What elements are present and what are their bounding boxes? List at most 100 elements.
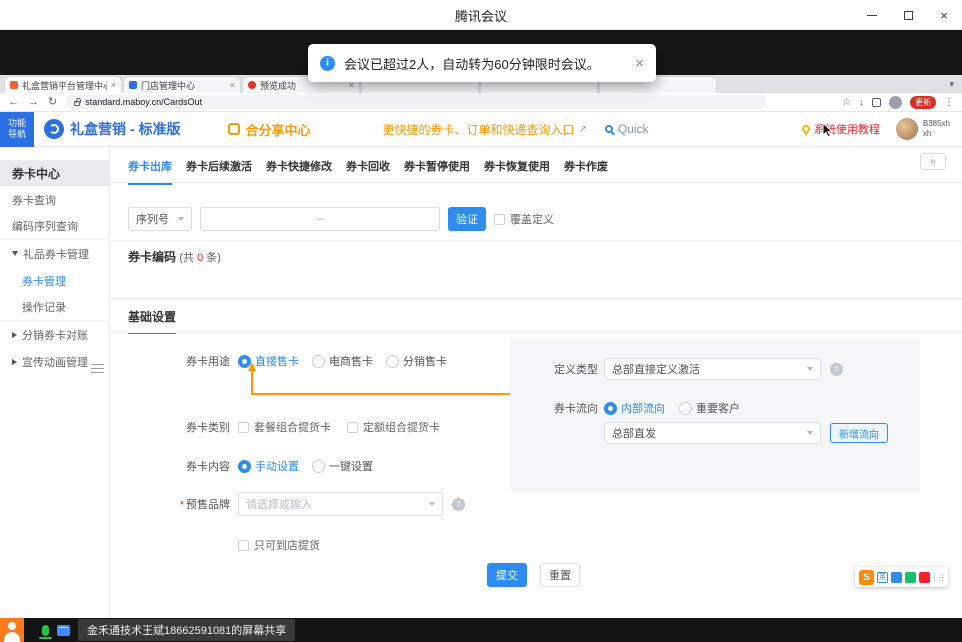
sidebar-item-card-manage[interactable]: 券卡管理: [0, 267, 109, 294]
divider: [110, 332, 962, 333]
url-text: standard.maboy.cn/CardsOut: [85, 97, 202, 107]
verify-button[interactable]: 验证: [448, 207, 486, 231]
browser-tab[interactable]: 礼盒营销平台管理中心 ×: [4, 76, 122, 93]
override-checkbox-row[interactable]: 覆盖定义: [494, 211, 554, 227]
tab-close-icon[interactable]: ×: [111, 80, 116, 90]
notification-close-icon[interactable]: ×: [635, 55, 644, 72]
checkbox-icon: [238, 422, 249, 433]
tab-title: 礼盒营销平台管理中心: [22, 79, 107, 92]
checkbox-store-pickup[interactable]: 只可到店提货: [238, 537, 320, 553]
chevron-down-icon: [807, 367, 813, 371]
function-nav-button[interactable]: 功能 导航: [0, 112, 34, 147]
brand-select[interactable]: 请选择或输入: [238, 492, 443, 516]
radio-icon: [238, 460, 251, 473]
tab-favicon: [129, 81, 137, 89]
sidebar-group-distribution[interactable]: 分销券卡对账: [0, 321, 109, 348]
sidebar-group-gift-cards[interactable]: 礼品券卡管理: [0, 240, 109, 267]
favorite-icon[interactable]: [919, 572, 930, 583]
maximize-icon: [904, 11, 913, 20]
chevron-down-icon: [178, 217, 184, 221]
menu-icon[interactable]: ⋮: [944, 97, 954, 108]
extensions-icon[interactable]: [872, 98, 881, 107]
tab-card-activate[interactable]: 券卡后续激活: [186, 158, 252, 185]
share-center-link[interactable]: 合分享中心: [228, 120, 310, 139]
translate-widget: S 英 ⋮⋮: [855, 567, 948, 587]
minimize-button[interactable]: [854, 0, 890, 30]
sidebar-item-card-query[interactable]: 券卡查询: [0, 186, 109, 213]
tab-card-pause[interactable]: 券卡暂停使用: [404, 158, 470, 185]
radio-manual-set[interactable]: 手动设置: [238, 458, 299, 474]
meeting-window: 腾讯会议 × i 会议已超过2人，自动转为60分钟限时会议。 × 礼盒营销平台管…: [0, 0, 962, 642]
info-icon: i: [320, 56, 335, 71]
tab-card-void[interactable]: 券卡作废: [564, 158, 608, 185]
radio-internal-flow[interactable]: 内部流向: [604, 400, 665, 416]
tab-search-icon[interactable]: ▾: [949, 79, 954, 90]
checkbox-icon: [238, 540, 249, 551]
tab-card-quick-edit[interactable]: 券卡快捷修改: [266, 158, 332, 185]
minimize-icon: [867, 15, 877, 16]
refresh-icon[interactable]: ↻: [48, 97, 57, 108]
serial-range-input[interactable]: –: [200, 207, 440, 231]
maximize-button[interactable]: [890, 0, 926, 30]
reset-button[interactable]: 重置: [540, 563, 580, 587]
flow-row: 券卡流向 内部流向 重要客户: [510, 400, 740, 416]
quick-search-label: Quick: [618, 122, 649, 136]
update-button[interactable]: 更新: [910, 96, 936, 109]
submit-button[interactable]: 提交: [487, 563, 527, 587]
define-type-select[interactable]: 总部直接定义激活: [604, 358, 821, 380]
drag-handle-icon[interactable]: ⋮⋮: [933, 572, 944, 583]
quick-search[interactable]: Quick: [605, 122, 649, 136]
app-logo-icon[interactable]: [44, 119, 64, 139]
override-checkbox[interactable]: [494, 214, 505, 225]
checkbox-combo-card[interactable]: 套餐组合提货卡: [238, 419, 331, 435]
bookmark-icon[interactable]: ☆: [842, 97, 851, 108]
download-icon[interactable]: ↓: [859, 97, 864, 108]
panel-collapse-button[interactable]: »: [920, 153, 946, 170]
browser-addressbar: ← → ↻ standard.maboy.cn/CardsOut ☆ ↓ 更新 …: [0, 93, 962, 112]
tutorial-link[interactable]: 系统使用教程: [802, 121, 880, 137]
translate-badge-icon[interactable]: S: [859, 570, 874, 585]
tab-card-resume[interactable]: 券卡恢复使用: [484, 158, 550, 185]
caret-right-icon: [12, 332, 17, 338]
browser-tab[interactable]: 门店管理中心 ×: [123, 76, 241, 93]
radio-key-customer[interactable]: 重要客户: [679, 400, 740, 416]
profile-icon[interactable]: [889, 96, 902, 109]
radio-one-click-set[interactable]: 一键设置: [312, 458, 373, 474]
quick-entry-link[interactable]: 更快捷的券卡、订单和快递查询入口 ↗: [382, 121, 586, 138]
url-field[interactable]: standard.maboy.cn/CardsOut: [66, 95, 766, 109]
add-flow-button[interactable]: 新增流向: [830, 423, 888, 443]
user-account[interactable]: B385xh xh: [896, 118, 950, 140]
serial-select[interactable]: 序列号: [128, 207, 192, 231]
bulb-icon: [802, 125, 810, 133]
tab-close-icon[interactable]: ×: [230, 80, 235, 90]
brand-label: 预售品牌: [186, 499, 230, 511]
tab-card-out[interactable]: 券卡出库: [128, 158, 172, 185]
flow-select[interactable]: 总部直发: [604, 422, 821, 444]
category-row: 券卡类别 套餐组合提货卡 定额组合提货卡: [130, 419, 440, 435]
forward-icon[interactable]: →: [28, 97, 39, 108]
help-icon[interactable]: ?: [452, 498, 465, 511]
help-icon[interactable]: ?: [830, 363, 843, 376]
avatar: [896, 118, 918, 140]
back-icon[interactable]: ←: [8, 97, 19, 108]
brand-placeholder: 请选择或输入: [246, 496, 312, 512]
sidebar-item-serial-query[interactable]: 编码序列查询: [0, 213, 109, 240]
mouse-cursor: [822, 122, 834, 138]
basic-settings-tab[interactable]: 基础设置: [128, 308, 176, 334]
sidebar-collapse-icon[interactable]: [91, 361, 104, 374]
close-button[interactable]: ×: [926, 0, 962, 30]
brand-row: *预售品牌 请选择或输入 ?: [130, 492, 465, 516]
language-icon[interactable]: 英: [877, 572, 888, 583]
sidebar-item-op-log[interactable]: 操作记录: [0, 294, 109, 321]
brand-title: 礼盒营销 - 标准版: [70, 119, 180, 139]
tab-card-recycle[interactable]: 券卡回收: [346, 158, 390, 185]
microphone-icon[interactable]: [42, 625, 49, 636]
content-label: 券卡内容: [130, 458, 230, 474]
tab-favicon: [248, 81, 256, 89]
audio-icon[interactable]: [891, 572, 902, 583]
checkbox-fixed-card[interactable]: 定额组合提货卡: [347, 419, 440, 435]
sidebar-section-card-center[interactable]: 券卡中心: [0, 160, 109, 186]
apps-icon[interactable]: [905, 572, 916, 583]
card-tabs: 券卡出库 券卡后续激活 券卡快捷修改 券卡回收 券卡暂停使用 券卡恢复使用 券卡…: [128, 158, 608, 185]
content-row: 券卡内容 手动设置 一键设置: [130, 458, 373, 474]
